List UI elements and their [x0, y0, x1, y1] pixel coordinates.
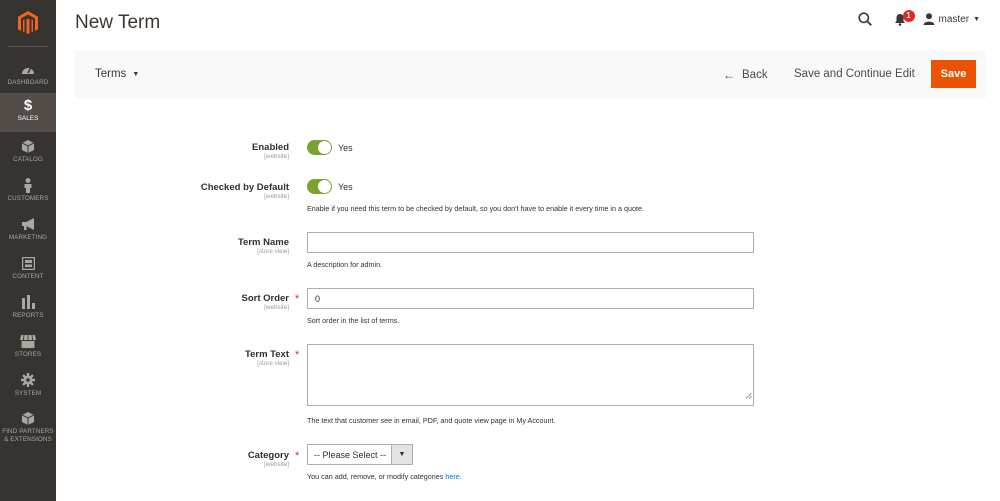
back-label: Back [742, 69, 768, 81]
term-name-input[interactable] [307, 232, 754, 253]
page-title: New Term [75, 12, 161, 33]
nav-content[interactable]: CONTENT [0, 251, 56, 290]
notifications-button[interactable]: 1 [894, 9, 915, 26]
enabled-value: Yes [338, 143, 353, 153]
checked-default-label: Checked by Default [200, 182, 289, 193]
header-actions: 1 master ▼ [857, 9, 980, 28]
scope-label: Terms [95, 68, 127, 80]
gear-icon [21, 372, 35, 388]
nav-label: CUSTOMERS [7, 195, 49, 202]
term-name-note: A description for admin. [307, 260, 383, 269]
arrow-left-icon: ← [723, 68, 735, 82]
megaphone-icon [21, 216, 36, 232]
sort-order-input[interactable]: 0 [307, 288, 754, 309]
search-icon[interactable] [857, 12, 872, 26]
category-scope: [website] [264, 461, 289, 468]
person-icon [23, 177, 33, 193]
page-actions-bar: Terms ▼ ← Back Save and Continue Edit Sa… [75, 50, 986, 98]
term-text-scope: [store view] [257, 360, 289, 367]
nav-stores[interactable]: STORES [0, 329, 56, 368]
category-note-text: You can add, remove, or modify categorie… [307, 472, 446, 481]
logo-divider [8, 46, 48, 47]
scope-switcher[interactable]: Terms ▼ [95, 68, 139, 80]
required-asterisk: * [295, 293, 300, 305]
nav-reports[interactable]: REPORTS [0, 290, 56, 329]
admin-sidebar: DASHBOARD $ SALES CATALOG CUSTOMERS MARK… [0, 0, 56, 501]
nav-customers[interactable]: CUSTOMERS [0, 173, 56, 212]
term-name-label: Term Name [237, 237, 289, 248]
caret-down-icon: ▼ [973, 15, 980, 23]
checked-default-note: Enable if you need this term to be check… [307, 204, 644, 213]
nav-label: DASHBOARD [7, 79, 49, 86]
nav-label: SALES [17, 115, 39, 122]
nav-label: STORES [14, 351, 42, 358]
toggle-knob [318, 180, 331, 193]
category-note: You can add, remove, or modify categorie… [307, 472, 462, 481]
category-note-suffix: . [459, 472, 462, 481]
nav-find-partners[interactable]: FIND PARTNERS & EXTENSIONS [0, 406, 56, 454]
checked-default-toggle[interactable] [307, 179, 332, 194]
nav-label: CONTENT [12, 273, 44, 280]
nav-label: SYSTEM [14, 390, 42, 397]
nav-system[interactable]: SYSTEM [0, 368, 56, 407]
enabled-label: Enabled [252, 142, 289, 153]
caret-down-icon: ▼ [132, 70, 140, 78]
nav-catalog[interactable]: CATALOG [0, 134, 56, 173]
term-text-note: The text that customer see in email, PDF… [307, 416, 556, 425]
category-select[interactable]: -- Please Select -- ▼ [307, 444, 413, 465]
nav-label: REPORTS [12, 312, 44, 319]
dollar-icon: $ [23, 96, 33, 114]
magento-logo-icon[interactable] [0, 0, 56, 46]
nav-dashboard[interactable]: DASHBOARD [0, 57, 56, 96]
user-menu[interactable]: master ▼ [923, 13, 980, 25]
user-icon [923, 13, 935, 25]
required-asterisk: * [295, 349, 300, 361]
bar-chart-icon [21, 294, 35, 310]
checked-default-scope: [website] [264, 193, 289, 200]
user-name: master [938, 13, 970, 25]
term-text-label: Term Text [245, 349, 289, 360]
sort-order-label: Sort Order [241, 293, 289, 304]
term-text-textarea[interactable] [307, 344, 754, 406]
category-selected-value: -- Please Select -- [314, 449, 387, 460]
nav-sales[interactable]: $ SALES [0, 93, 56, 132]
storefront-icon [20, 333, 36, 349]
resize-handle-icon[interactable] [745, 386, 752, 404]
speedometer-icon [21, 61, 35, 77]
notification-count-badge: 1 [902, 9, 915, 22]
save-button[interactable]: Save [931, 60, 976, 88]
checked-default-value: Yes [338, 182, 353, 192]
caret-down-icon: ▼ [391, 445, 412, 464]
nav-label: MARKETING [8, 234, 48, 241]
nav-marketing[interactable]: MARKETING [0, 212, 56, 251]
nav-label: CATALOG [13, 156, 43, 163]
layout-icon [21, 255, 35, 271]
required-asterisk: * [295, 450, 300, 462]
save-and-continue-button[interactable]: Save and Continue Edit [794, 68, 915, 80]
sort-order-note: Sort order in the list of terms. [307, 316, 400, 325]
term-name-scope: [store view] [257, 248, 289, 255]
enabled-scope: [website] [264, 153, 289, 160]
cube-icon [22, 138, 34, 154]
categories-link[interactable]: here [445, 472, 459, 481]
category-label: Category [247, 450, 289, 461]
toggle-knob [318, 141, 331, 154]
enabled-toggle[interactable] [307, 140, 332, 155]
nav-label: FIND PARTNERS & EXTENSIONS [2, 428, 54, 443]
cube-icon [22, 410, 34, 426]
sort-order-scope: [website] [264, 304, 289, 311]
back-button[interactable]: ← Back [723, 68, 768, 82]
